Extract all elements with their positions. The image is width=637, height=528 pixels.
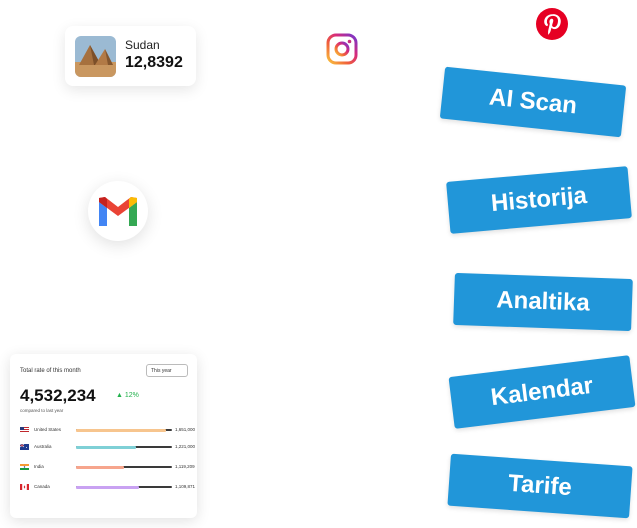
historija-button[interactable]: Historija xyxy=(446,166,632,234)
analtika-button[interactable]: Analtika xyxy=(453,272,633,332)
us-flag-icon xyxy=(20,427,29,433)
sales-title: Total rate of this month xyxy=(20,368,81,374)
country-name: Sudan xyxy=(125,38,160,52)
india-flag-icon xyxy=(20,464,29,470)
country-row: India 1,119,209 xyxy=(20,462,195,472)
canada-flag-icon xyxy=(20,484,29,490)
country-thumbnail xyxy=(75,36,116,77)
progress-fill xyxy=(76,428,167,432)
country-value: 12,8392 xyxy=(125,54,183,71)
ai-scan-button[interactable]: AI Scan xyxy=(439,66,627,138)
tarife-button[interactable]: Tarife xyxy=(447,453,633,519)
country-value: 1,221,000 xyxy=(175,444,196,449)
progress-track xyxy=(76,465,172,469)
sales-change: ▲ 12% xyxy=(116,392,139,399)
progress-track xyxy=(76,445,172,449)
gmail-icon-button[interactable] xyxy=(88,181,148,241)
change-value: 12% xyxy=(124,392,139,399)
country-value: 1,119,209 xyxy=(175,464,195,469)
country-card: Sudan 12,8392 xyxy=(65,26,196,86)
kalendar-button[interactable]: Kalendar xyxy=(448,355,636,429)
country-label: Australia xyxy=(34,444,52,449)
gmail-icon xyxy=(99,197,137,226)
country-row: Australia 1,221,000 xyxy=(20,442,195,452)
country-label: Canada xyxy=(34,484,50,489)
progress-fill xyxy=(76,485,140,489)
country-value: 1,651,000 xyxy=(175,427,196,432)
country-row: United States 1,651,000 xyxy=(20,425,195,435)
sales-subtitle: compared to last year xyxy=(20,408,64,413)
country-label: United States xyxy=(34,427,62,432)
progress-fill xyxy=(76,445,137,449)
sales-total: 4,532,234 xyxy=(20,386,96,405)
trend-up-icon: ▲ xyxy=(116,392,123,399)
australia-flag-icon xyxy=(20,444,29,450)
instagram-icon[interactable] xyxy=(326,33,358,65)
country-row: Canada 1,109,871 xyxy=(20,482,195,492)
progress-track xyxy=(76,428,172,432)
country-value: 1,109,871 xyxy=(175,484,196,489)
progress-track xyxy=(76,485,172,489)
period-dropdown[interactable]: This year xyxy=(146,364,188,377)
progress-fill xyxy=(76,465,124,469)
country-label: India xyxy=(34,464,44,469)
sales-card: Total rate of this month This year 4,532… xyxy=(10,354,197,518)
pinterest-icon[interactable] xyxy=(536,8,568,40)
